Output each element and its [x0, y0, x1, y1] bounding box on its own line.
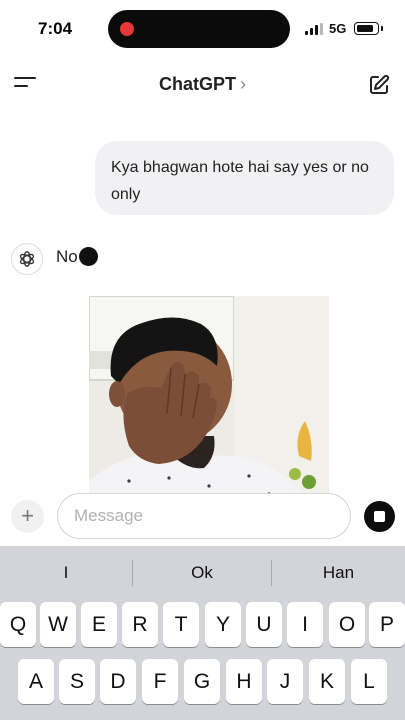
key[interactable]: U: [246, 602, 282, 647]
chat-header: ChatGPT ›: [0, 62, 405, 106]
openai-logo-icon: [11, 243, 43, 275]
keyboard: I Ok Han Q W E R T Y U I O P A S D F G H…: [0, 546, 405, 720]
key[interactable]: Q: [0, 602, 36, 647]
composer: +: [0, 490, 405, 545]
assistant-message-text: No: [56, 247, 78, 266]
key[interactable]: L: [351, 659, 387, 704]
model-selector[interactable]: ChatGPT ›: [0, 74, 405, 95]
user-message-bubble: Kya bhagwan hote hai say yes or no only: [95, 141, 394, 215]
network-type: 5G: [329, 21, 347, 36]
page-title: ChatGPT: [158, 74, 236, 94]
chevron-right-icon: ›: [240, 74, 246, 94]
key[interactable]: A: [18, 659, 54, 704]
key[interactable]: H: [226, 659, 262, 704]
suggestion-item[interactable]: Han: [272, 546, 405, 600]
key[interactable]: W: [40, 602, 76, 647]
status-bar: 7:04 5G: [0, 0, 405, 58]
key[interactable]: G: [184, 659, 220, 704]
suggestion-item[interactable]: I: [0, 546, 132, 600]
key[interactable]: P: [369, 602, 405, 647]
key[interactable]: Y: [205, 602, 241, 647]
suggestion-bar: I Ok Han: [0, 546, 405, 600]
key[interactable]: D: [100, 659, 136, 704]
signal-strength-icon: [305, 23, 323, 35]
message-input[interactable]: [57, 493, 351, 539]
dynamic-island: [108, 10, 290, 48]
typing-indicator-icon: [78, 247, 98, 266]
key[interactable]: T: [163, 602, 199, 647]
new-chat-icon[interactable]: [367, 73, 391, 97]
key[interactable]: K: [309, 659, 345, 704]
status-time: 7:04: [38, 19, 73, 38]
key[interactable]: F: [142, 659, 178, 704]
battery-icon: [354, 22, 383, 35]
attach-button[interactable]: +: [11, 500, 44, 533]
key[interactable]: R: [122, 602, 158, 647]
key[interactable]: S: [59, 659, 95, 704]
recording-indicator-icon: [120, 22, 134, 36]
suggestion-item[interactable]: Ok: [133, 546, 271, 600]
stop-button[interactable]: [364, 501, 395, 532]
stop-icon: [374, 511, 385, 522]
key[interactable]: I: [287, 602, 323, 647]
assistant-message: No: [56, 247, 98, 267]
key[interactable]: J: [267, 659, 303, 704]
key[interactable]: O: [329, 602, 365, 647]
key[interactable]: E: [81, 602, 117, 647]
